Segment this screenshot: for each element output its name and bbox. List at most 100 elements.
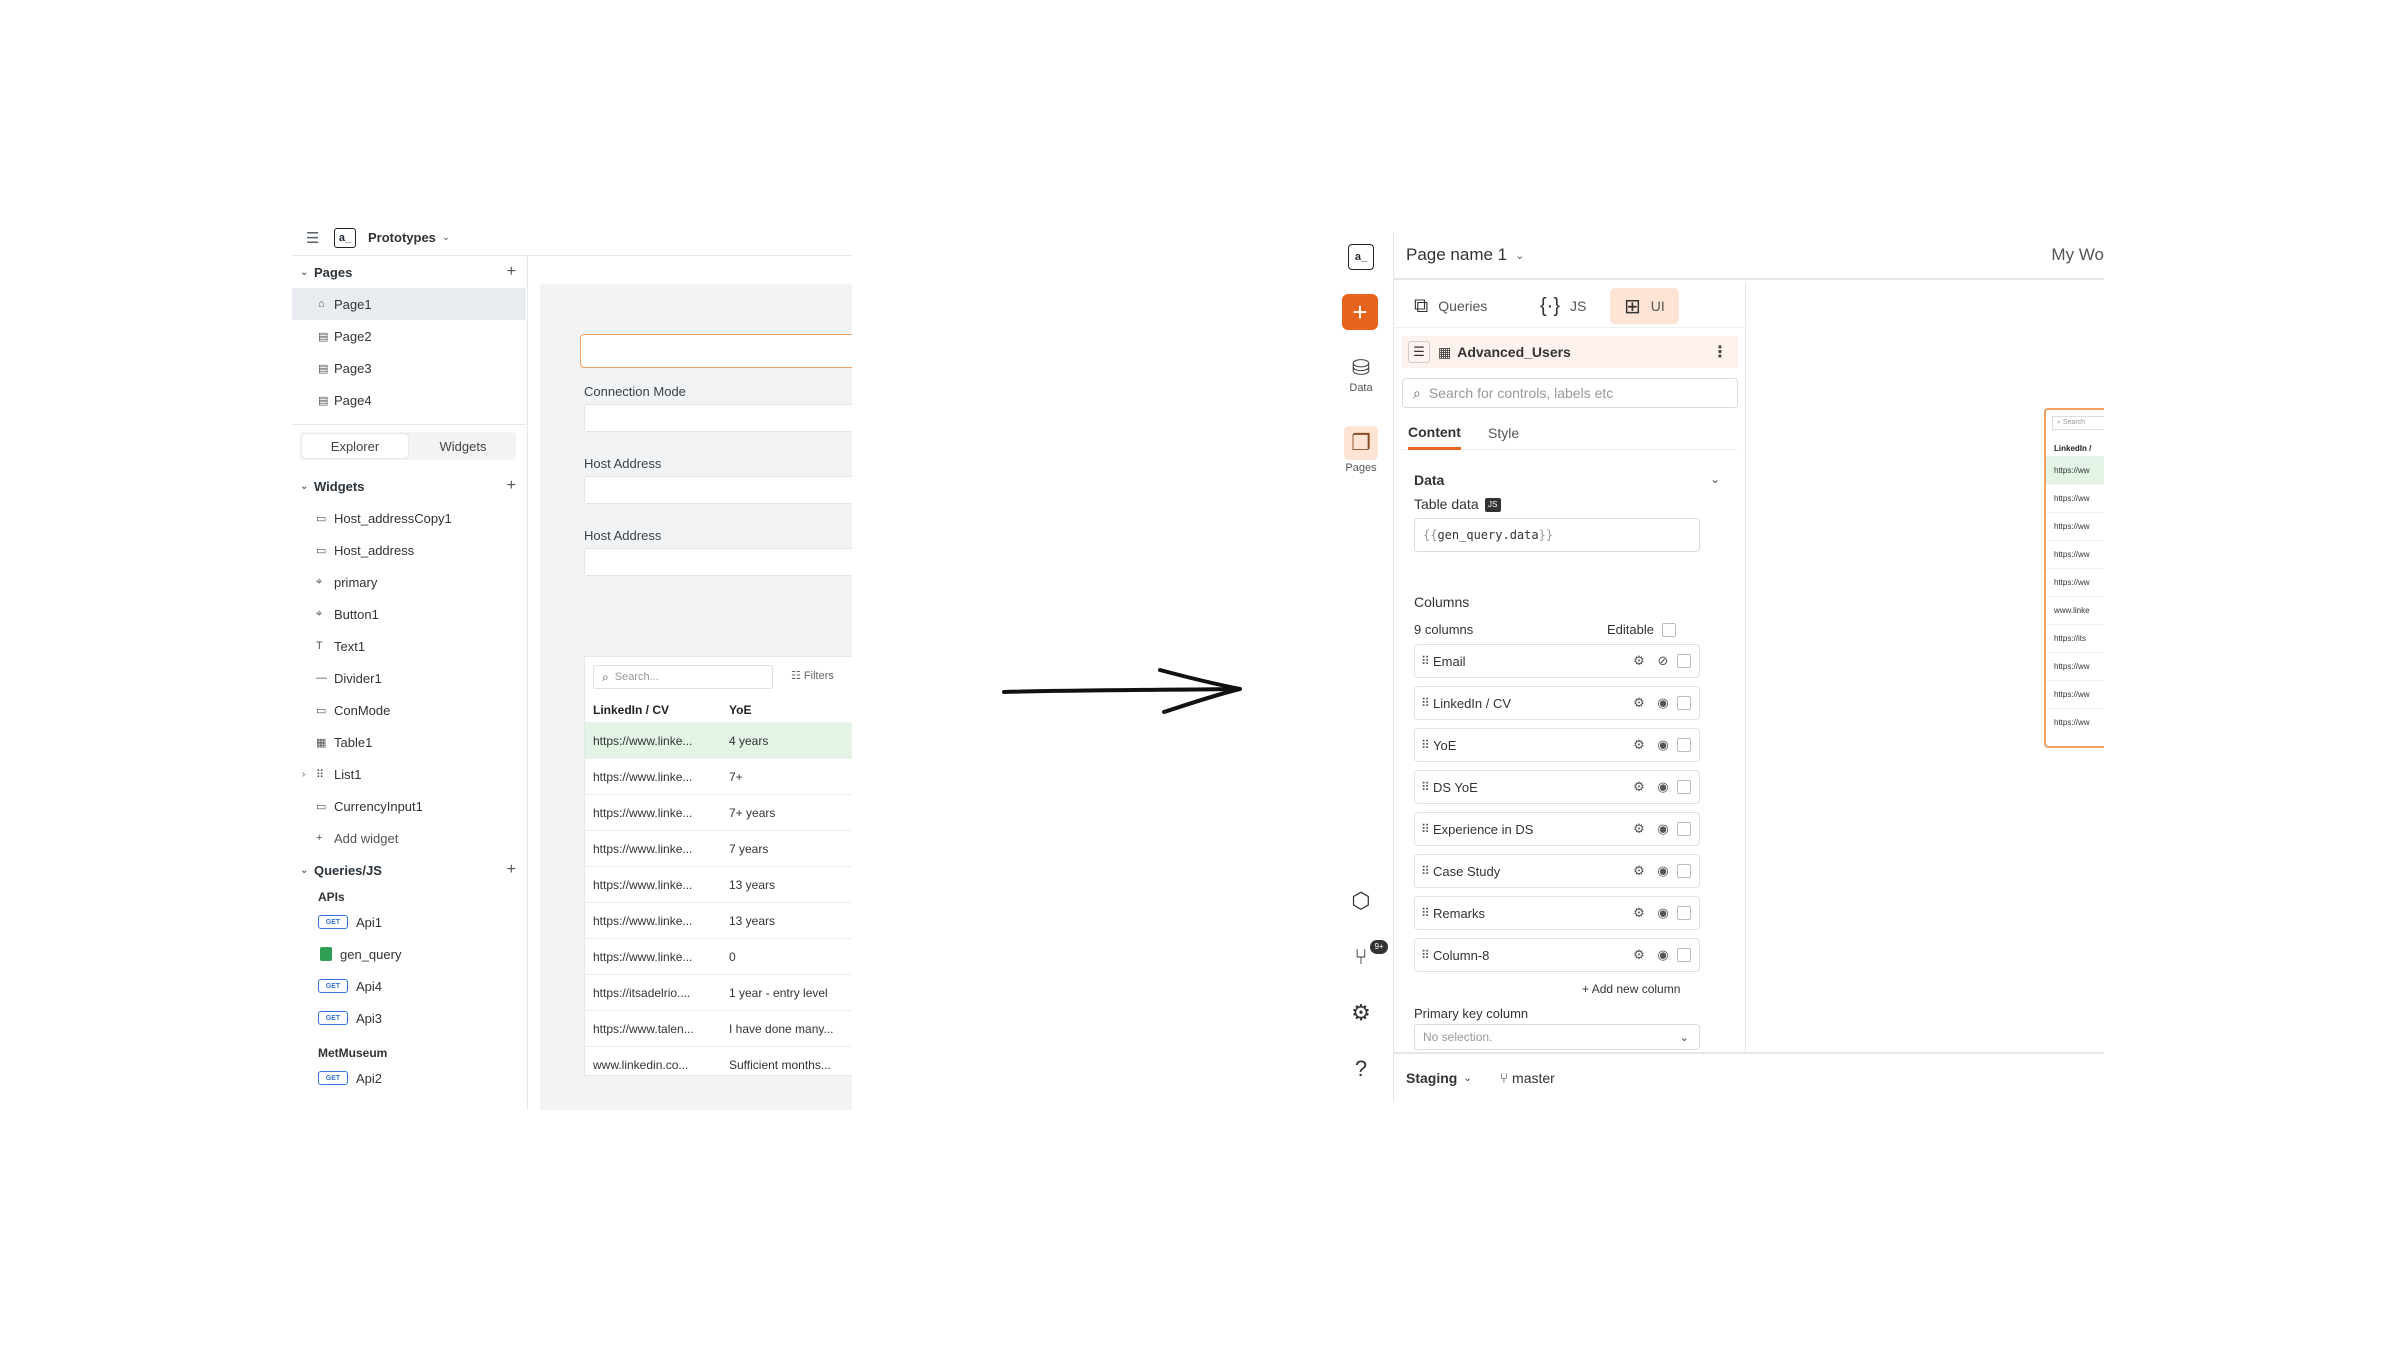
column-row[interactable]: ⠿ Column-8 ⚙ ◉ bbox=[1414, 938, 1700, 972]
eye-icon[interactable]: ◉ bbox=[1651, 737, 1675, 753]
host-address-input[interactable] bbox=[584, 476, 852, 504]
git-branch-icon[interactable]: ⑂ 9+ bbox=[1344, 940, 1388, 974]
table-data-input[interactable]: {{ gen_query.data }} bbox=[1414, 518, 1700, 552]
drag-handle-icon[interactable]: ⠿ bbox=[1421, 948, 1433, 962]
column-checkbox[interactable] bbox=[1677, 654, 1691, 668]
table-row[interactable]: https://ww bbox=[2046, 708, 2104, 736]
table-row[interactable]: https://www.linke... 4 years bbox=[585, 723, 852, 759]
drag-handle-icon[interactable]: ⠿ bbox=[1421, 654, 1433, 668]
table-row[interactable]: https://ww bbox=[2046, 680, 2104, 708]
query-item[interactable]: GET Api4 bbox=[292, 970, 526, 1002]
drag-handle-icon[interactable]: ⠿ bbox=[1421, 906, 1433, 920]
table-row[interactable]: https://itsadelrio.... 1 year - entry lev… bbox=[585, 975, 852, 1011]
gear-icon[interactable]: ⚙ bbox=[1627, 653, 1651, 669]
table-row[interactable]: https://www.linke... 7 years bbox=[585, 831, 852, 867]
column-checkbox[interactable] bbox=[1677, 738, 1691, 752]
chevron-down-icon[interactable]: ⌄ bbox=[1463, 1073, 1471, 1084]
widget-item[interactable]: › ⠿ List1 bbox=[292, 758, 526, 790]
gear-icon[interactable]: ⚙ bbox=[1627, 821, 1651, 837]
table-row[interactable]: https://www.talen... I have done many... bbox=[585, 1011, 852, 1047]
column-row[interactable]: ⠿ Remarks ⚙ ◉ bbox=[1414, 896, 1700, 930]
query-item[interactable]: GET Api1 bbox=[292, 906, 526, 938]
table-row[interactable]: www.linke bbox=[2046, 596, 2104, 624]
connection-mode-input[interactable] bbox=[584, 404, 852, 432]
widget-name[interactable]: Advanced_Users bbox=[1457, 344, 1571, 360]
more-options-icon[interactable]: ⋮ bbox=[1712, 342, 1728, 362]
column-checkbox[interactable] bbox=[1677, 948, 1691, 962]
rail-data[interactable]: ⛁ Data bbox=[1338, 356, 1384, 395]
queries-section-header[interactable]: ⌄ Queries/JS + bbox=[292, 856, 528, 884]
branch-indicator[interactable]: ⑂ master bbox=[1500, 1070, 1555, 1086]
gear-icon[interactable]: ⚙ bbox=[1627, 737, 1651, 753]
tab-style[interactable]: Style bbox=[1488, 416, 1519, 450]
table-row[interactable]: https://ww bbox=[2046, 456, 2104, 484]
widgets-section-header[interactable]: ⌄ Widgets + bbox=[292, 472, 528, 500]
selected-widget-outline[interactable] bbox=[580, 334, 852, 368]
column-checkbox[interactable] bbox=[1677, 906, 1691, 920]
query-item[interactable]: gen_query bbox=[292, 938, 526, 970]
chevron-down-icon[interactable]: ⌄ bbox=[1515, 249, 1524, 262]
table-row[interactable]: https://www.linke... 13 years bbox=[585, 903, 852, 939]
eye-icon[interactable]: ◉ bbox=[1651, 779, 1675, 795]
add-column-button[interactable]: + Add new column bbox=[1582, 982, 1680, 996]
add-query-icon[interactable]: + bbox=[507, 861, 516, 879]
column-row[interactable]: ⠿ LinkedIn / CV ⚙ ◉ bbox=[1414, 686, 1700, 720]
property-search-input[interactable]: ⌕ Search for controls, labels etc bbox=[1402, 378, 1738, 408]
column-header[interactable]: YoE bbox=[729, 703, 852, 717]
column-checkbox[interactable] bbox=[1677, 864, 1691, 878]
chevron-right-icon[interactable]: › bbox=[302, 769, 305, 780]
widget-item[interactable]: ▭ CurrencyInput1 bbox=[292, 790, 526, 822]
hamburger-icon[interactable]: ☰ bbox=[306, 229, 320, 247]
widget-item[interactable]: ▭ ConMode bbox=[292, 694, 526, 726]
drag-handle-icon[interactable]: ⠿ bbox=[1421, 738, 1433, 752]
table-row[interactable]: https://ww bbox=[2046, 652, 2104, 680]
table-row[interactable]: https://its bbox=[2046, 624, 2104, 652]
host-address-input[interactable] bbox=[584, 548, 852, 576]
table-row[interactable]: https://www.linke... 7+ bbox=[585, 759, 852, 795]
page-item-page3[interactable]: ▤ Page3 bbox=[292, 352, 526, 384]
table-widget-preview[interactable]: ⌕ Search LinkedIn / https://ww https://w… bbox=[2044, 408, 2104, 748]
drag-handle-icon[interactable]: ⠿ bbox=[1421, 864, 1433, 878]
page-item-page4[interactable]: ▤ Page4 bbox=[292, 384, 526, 416]
widget-item[interactable]: ⌖ primary bbox=[292, 566, 526, 598]
add-page-icon[interactable]: + bbox=[507, 263, 516, 281]
app-name[interactable]: Prototypes bbox=[368, 230, 436, 245]
query-item[interactable]: GET Api3 bbox=[292, 1002, 526, 1034]
table-row[interactable]: https://www.linke... 0 bbox=[585, 939, 852, 975]
table-row[interactable]: https://ww bbox=[2046, 484, 2104, 512]
filters-button[interactable]: ☷ Filters bbox=[791, 669, 834, 682]
page-item-page1[interactable]: ⌂ Page1 bbox=[292, 288, 526, 320]
chevron-down-icon[interactable]: ⌄ bbox=[300, 481, 314, 492]
environment-selector[interactable]: Staging bbox=[1406, 1070, 1457, 1086]
eye-icon[interactable]: ◉ bbox=[1651, 947, 1675, 963]
column-row[interactable]: ⠿ Experience in DS ⚙ ◉ bbox=[1414, 812, 1700, 846]
widget-item[interactable]: — Divider1 bbox=[292, 662, 526, 694]
page-name[interactable]: Page name 1 bbox=[1406, 245, 1507, 265]
add-widget-icon[interactable]: + bbox=[507, 477, 516, 495]
pages-section-header[interactable]: ⌄ Pages + bbox=[292, 258, 528, 286]
table-row[interactable]: https://www.linke... 13 years bbox=[585, 867, 852, 903]
table-row[interactable]: https://ww bbox=[2046, 540, 2104, 568]
tab-content[interactable]: Content bbox=[1408, 416, 1461, 450]
add-widget-button[interactable]: + Add widget bbox=[292, 822, 526, 854]
eye-icon[interactable]: ◉ bbox=[1651, 905, 1675, 921]
gear-icon[interactable]: ⚙ bbox=[1627, 905, 1651, 921]
gear-icon[interactable]: ⚙ bbox=[1627, 947, 1651, 963]
eye-icon[interactable]: ◉ bbox=[1651, 821, 1675, 837]
drag-handle-icon[interactable]: ⠿ bbox=[1421, 780, 1433, 794]
help-icon[interactable]: ? bbox=[1344, 1052, 1378, 1086]
primary-key-select[interactable]: No selection. ⌄ bbox=[1414, 1024, 1700, 1050]
tab-explorer[interactable]: Explorer bbox=[302, 434, 408, 458]
tab-queries[interactable]: ⧉ Queries bbox=[1414, 288, 1487, 324]
table-search-input[interactable]: ⌕ Search bbox=[2052, 416, 2104, 430]
gear-icon[interactable]: ⚙ bbox=[1627, 695, 1651, 711]
tab-ui[interactable]: ⊞ UI bbox=[1610, 288, 1679, 324]
widget-item[interactable]: T Text1 bbox=[292, 630, 526, 662]
add-button[interactable]: + bbox=[1342, 294, 1378, 330]
column-header[interactable]: LinkedIn / CV bbox=[593, 703, 729, 717]
drag-handle-icon[interactable]: ⠿ bbox=[1421, 696, 1433, 710]
query-item[interactable]: GET Api2 bbox=[292, 1062, 526, 1094]
drag-handle-icon[interactable]: ⠿ bbox=[1421, 822, 1433, 836]
packages-cube-icon[interactable]: ⬡ bbox=[1344, 884, 1378, 918]
tab-js[interactable]: {·} JS bbox=[1540, 288, 1586, 324]
